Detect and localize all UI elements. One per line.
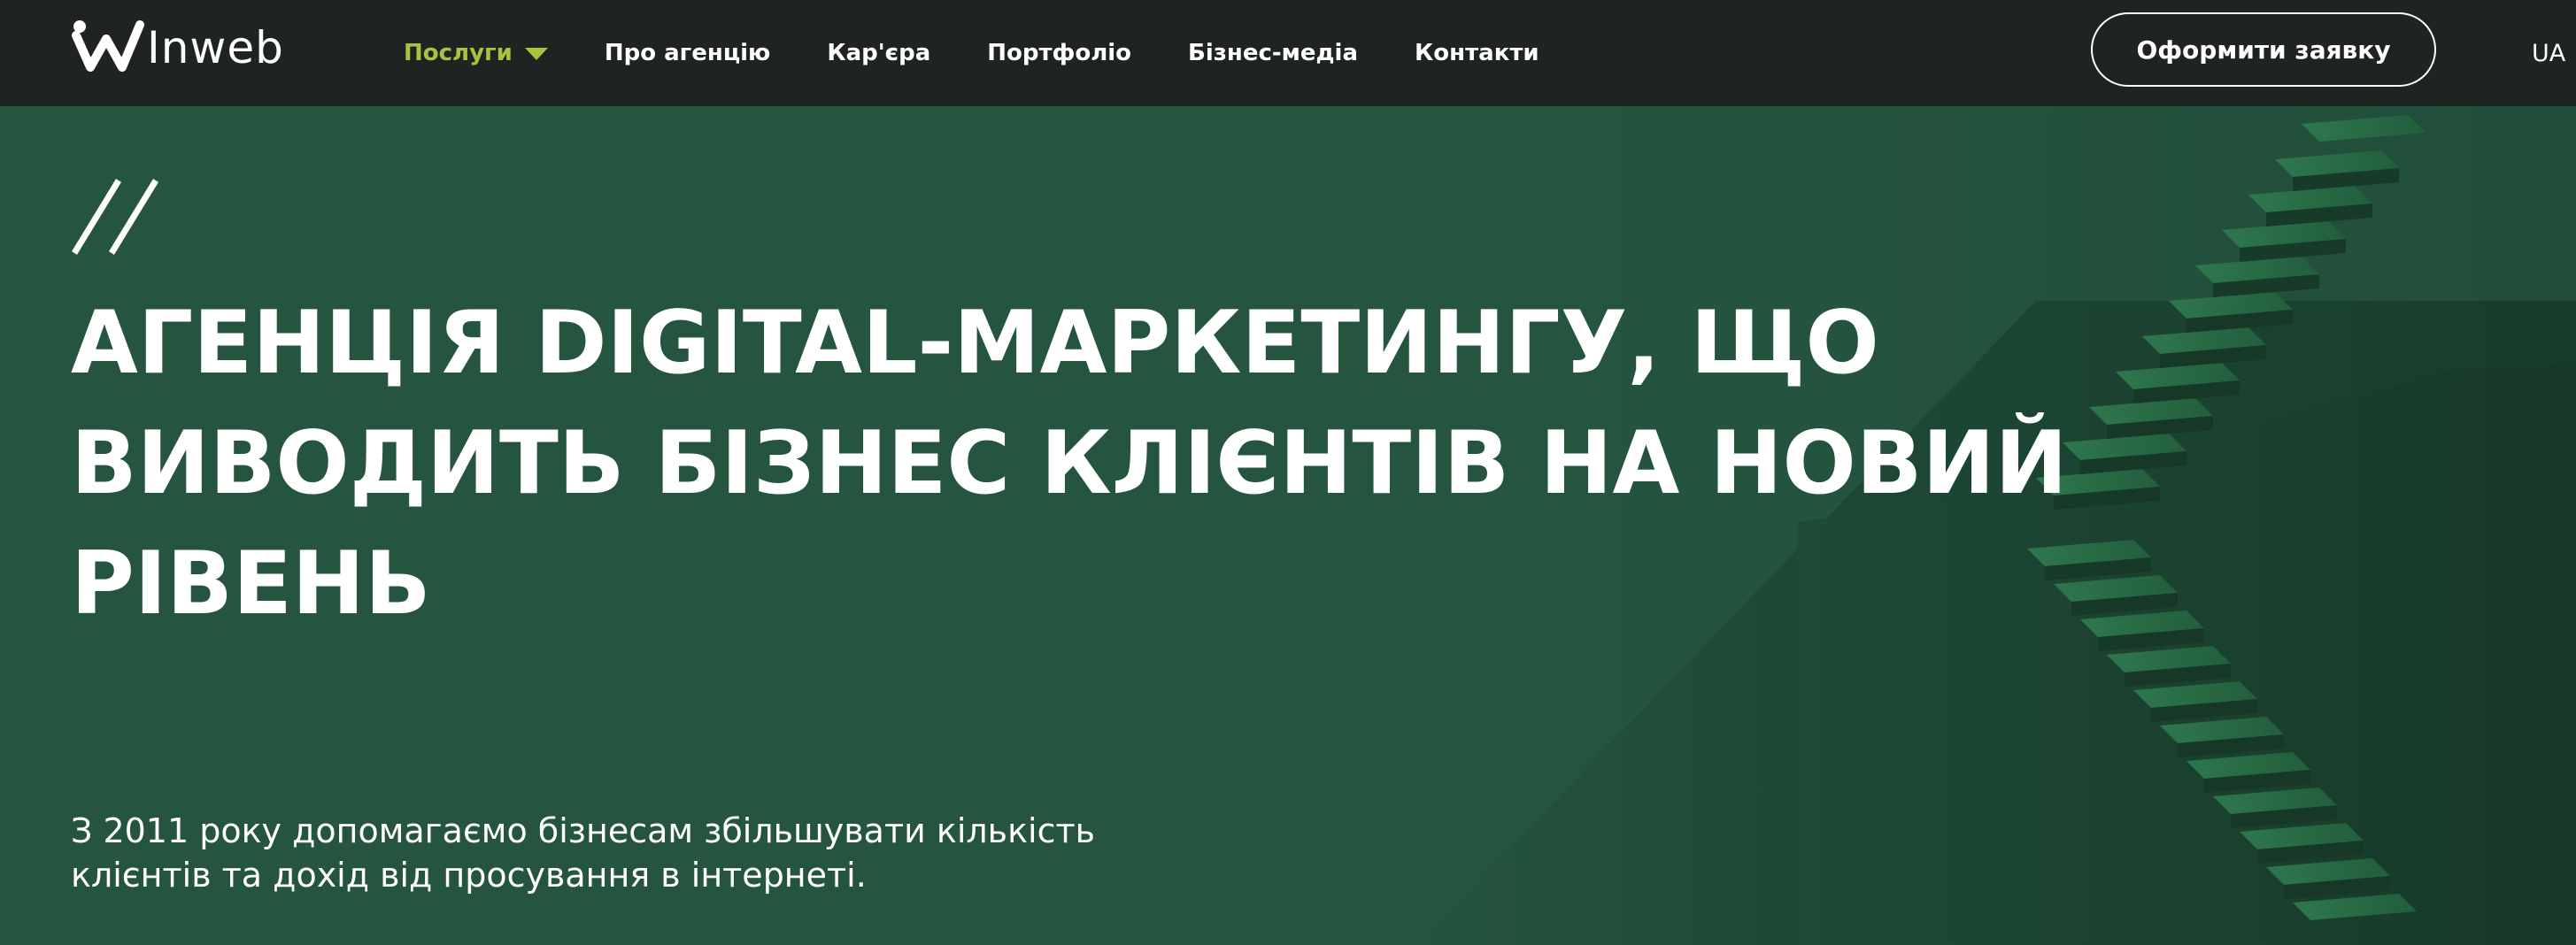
nav-item-contacts[interactable]: Контакти [1415,40,1539,66]
hero-subtitle: З 2011 року допомагаємо бізнесам збільшу… [71,809,1168,897]
double-slash-icon [72,179,158,255]
page: Inweb Послуги Про агенцію Кар'єра Портфо… [0,0,2576,945]
main-nav: Послуги Про агенцію Кар'єра Портфоліо Бі… [404,0,1596,106]
hero-title-line-2: ВИВОДИТЬ БІЗНЕС КЛІЄНТІВ НА НОВИЙ [71,413,2068,514]
site-logo[interactable]: Inweb [71,19,284,73]
hero-title: АГЕНЦІЯ DIGITAL-МАРКЕТИНГУ, ЩО ВИВОДИТЬ … [71,283,2479,644]
nav-item-career[interactable]: Кар'єра [827,40,930,66]
nav-item-services-label: Послуги [404,40,513,66]
site-header: Inweb Послуги Про агенцію Кар'єра Портфо… [0,0,2576,106]
nav-item-about-label: Про агенцію [604,40,771,66]
logo-w-icon [72,20,144,72]
nav-item-career-label: Кар'єра [827,40,931,66]
nav-item-about[interactable]: Про агенцію [605,40,770,66]
submit-request-button[interactable]: Оформити заявку [2091,12,2436,87]
hero-subtitle-line-1: З 2011 року допомагаємо бізнесам збільшу… [71,811,1095,850]
nav-item-business-media[interactable]: Бізнес-медіа [1188,40,1358,66]
hero-title-line-3: РІВЕНЬ [71,534,431,634]
language-switcher[interactable]: UA [2532,0,2565,106]
nav-item-services[interactable]: Послуги [404,40,548,66]
hero-subtitle-line-2: клієнтів та дохід від просування в інтер… [71,856,867,895]
nav-item-business-media-label: Бізнес-медіа [1188,40,1359,66]
nav-item-portfolio[interactable]: Портфоліо [987,40,1131,66]
hero-title-line-1: АГЕНЦІЯ DIGITAL-МАРКЕТИНГУ, ЩО [71,293,1879,394]
nav-item-contacts-label: Контакти [1415,40,1539,66]
logo-text: Inweb [147,22,284,73]
nav-item-portfolio-label: Портфоліо [987,40,1132,66]
chevron-down-icon [524,48,548,60]
